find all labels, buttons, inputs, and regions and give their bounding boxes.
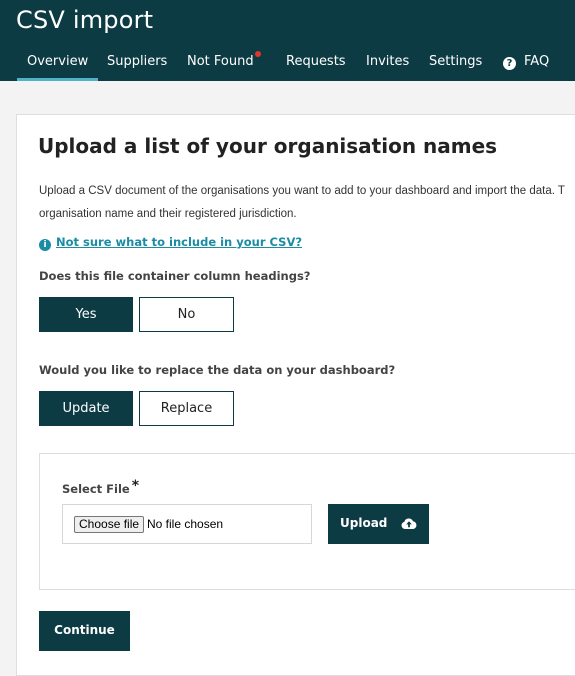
- description-line: organisation name and their registered j…: [39, 208, 297, 220]
- csv-help-link[interactable]: i Not sure what to include in your CSV?: [39, 235, 302, 251]
- column-headings-question: Does this file container column headings…: [39, 269, 311, 283]
- tab-suppliers[interactable]: Suppliers: [107, 48, 167, 76]
- tab-label: FAQ: [524, 54, 550, 69]
- tab-label: Settings: [429, 54, 483, 69]
- page-title: Upload a list of your organisation names: [38, 134, 498, 158]
- yes-button[interactable]: Yes: [39, 297, 133, 332]
- select-file-text: Select File: [62, 482, 130, 496]
- upload-description: Upload a CSV document of the organisatio…: [39, 180, 575, 226]
- select-file-label: Select File *: [62, 478, 139, 496]
- tab-label: Overview: [27, 54, 89, 69]
- question-circle-icon: ?: [503, 57, 516, 70]
- info-icon: i: [39, 239, 51, 251]
- tab-faq[interactable]: ? FAQ: [503, 48, 549, 76]
- tab-label: Not Found: [187, 54, 254, 69]
- tab-requests[interactable]: Requests: [286, 48, 346, 76]
- tab-not-found[interactable]: Not Found: [187, 48, 261, 76]
- help-link-label: Not sure what to include in your CSV?: [56, 235, 303, 249]
- upload-label: Upload: [340, 516, 388, 530]
- notification-dot: [254, 51, 261, 57]
- tab-label: Suppliers: [107, 54, 168, 69]
- replace-label: Replace: [160, 401, 213, 416]
- replace-button[interactable]: Replace: [139, 391, 234, 426]
- tab-invites[interactable]: Invites: [366, 48, 409, 76]
- update-button[interactable]: Update: [39, 391, 133, 426]
- yes-label: Yes: [75, 307, 97, 322]
- tab-overview[interactable]: Overview: [16, 48, 99, 81]
- cloud-upload-icon: [401, 518, 417, 529]
- tab-settings[interactable]: Settings: [429, 48, 482, 76]
- file-status: No file chosen: [147, 517, 224, 531]
- no-label: No: [177, 307, 196, 322]
- app-header: CSV import Overview Suppliers Not Found …: [0, 0, 575, 81]
- required-marker: *: [131, 478, 140, 494]
- app-title: CSV import: [16, 6, 154, 34]
- replace-data-question: Would you like to replace the data on yo…: [39, 363, 396, 377]
- no-button[interactable]: No: [139, 297, 234, 332]
- upload-button[interactable]: Upload: [328, 504, 429, 544]
- tab-label: Invites: [366, 54, 410, 69]
- continue-label: Continue: [54, 623, 115, 637]
- continue-button[interactable]: Continue: [39, 611, 130, 651]
- choose-file-button[interactable]: Choose file: [74, 516, 145, 533]
- description-line: Upload a CSV document of the organisatio…: [39, 185, 565, 197]
- tab-label: Requests: [286, 54, 346, 69]
- main-nav: Overview Suppliers Not Found Requests In…: [0, 48, 575, 81]
- update-label: Update: [62, 401, 110, 416]
- file-input[interactable]: Choose file No file chosen: [62, 504, 312, 544]
